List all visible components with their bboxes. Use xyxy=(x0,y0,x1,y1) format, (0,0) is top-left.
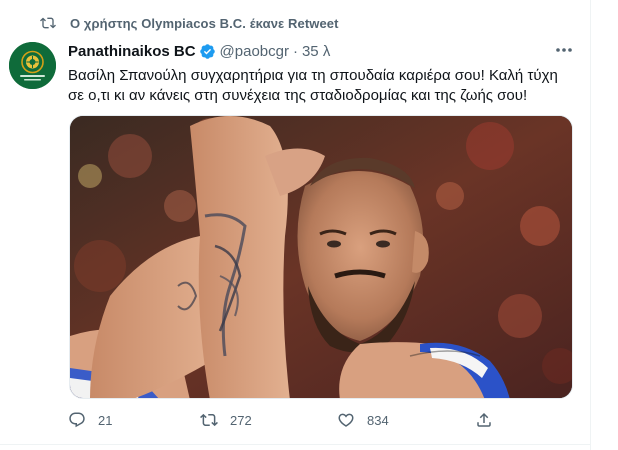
retweet-button[interactable]: 272 xyxy=(200,408,252,432)
tweet-text-line: Βασίλη Σπανούλη συγχαρητήρια για τη σπου… xyxy=(68,67,558,84)
heart-icon xyxy=(338,413,354,427)
tweet-photo[interactable] xyxy=(69,115,573,399)
share-button[interactable] xyxy=(475,408,493,432)
share-icon xyxy=(477,412,491,427)
avatar[interactable] xyxy=(9,42,56,89)
author-handle[interactable]: @paobcgr xyxy=(220,43,289,60)
retweet-context[interactable]: Ο χρήστης Olympiacos B.C. έκανε Retweet xyxy=(40,14,339,32)
tweet-card[interactable]: Ο χρήστης Olympiacos B.C. έκανε Retweet … xyxy=(0,0,591,450)
club-logo xyxy=(9,42,56,89)
verified-badge-icon xyxy=(199,43,215,59)
tweet-timestamp[interactable]: 35 λ xyxy=(302,43,330,60)
player-photo-image xyxy=(70,116,572,398)
divider xyxy=(0,444,591,445)
page-margin xyxy=(591,0,618,450)
like-button[interactable]: 834 xyxy=(337,408,389,432)
tweet-text: Βασίλη Σπανούλη συγχαρητήρια για τη σπου… xyxy=(68,66,584,106)
reply-button[interactable]: 21 xyxy=(68,408,112,432)
more-dots-icon xyxy=(556,48,572,52)
retweet-count: 272 xyxy=(230,412,252,428)
retweet-context-label: Ο χρήστης Olympiacos B.C. έκανε Retweet xyxy=(70,15,339,31)
retweet-icon xyxy=(40,17,56,29)
tweet-text-line: σε ο,τι κι αν κάνεις στη συνέχεια της στ… xyxy=(68,87,528,104)
tweet-header: Panathinaikos BC @paobcgr · 35 λ xyxy=(68,41,330,61)
tweet-actions: 21 272 834 xyxy=(60,408,510,432)
like-count: 834 xyxy=(367,412,389,428)
more-options-button[interactable] xyxy=(553,41,575,59)
retweet-icon xyxy=(200,413,218,427)
reply-icon xyxy=(69,412,85,428)
author-display-name[interactable]: Panathinaikos BC xyxy=(68,43,196,60)
reply-count: 21 xyxy=(98,412,113,428)
separator-dot: · xyxy=(292,42,298,60)
